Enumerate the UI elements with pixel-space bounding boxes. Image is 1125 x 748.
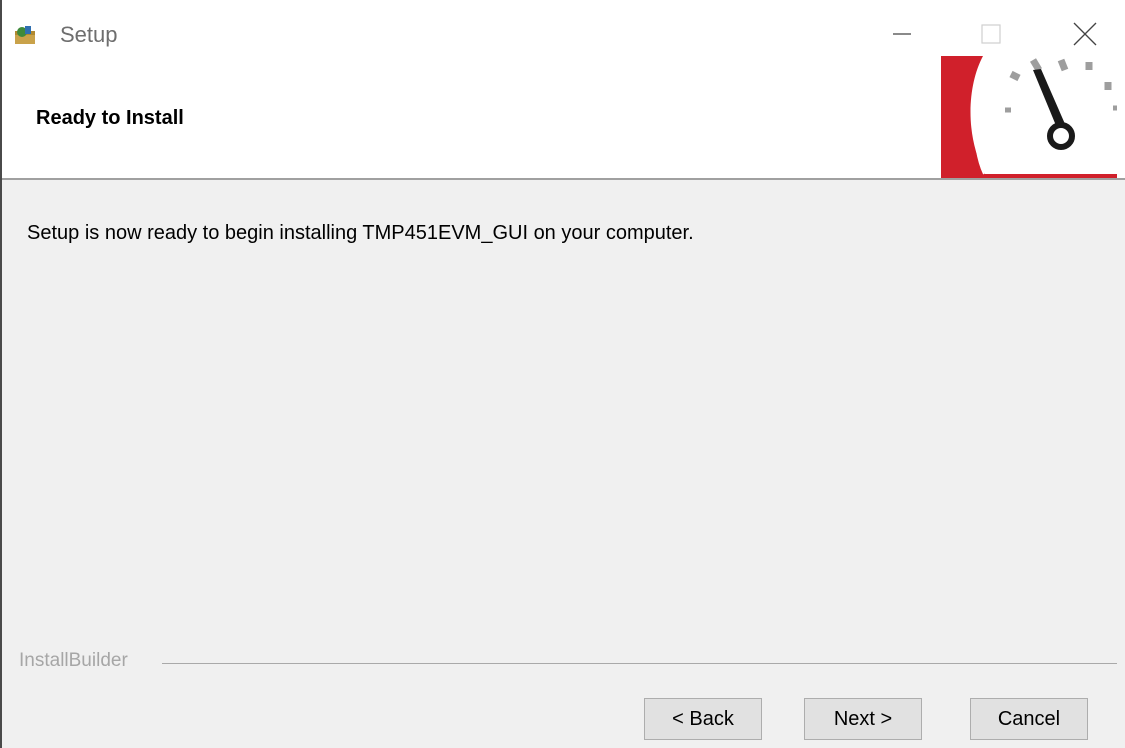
ready-message: Setup is now ready to begin installing T… [27, 222, 694, 244]
speedometer-logo-icon [941, 56, 1117, 178]
back-button[interactable]: < Back [644, 698, 762, 740]
close-icon [1073, 22, 1097, 46]
installbuilder-label: InstallBuilder [19, 650, 128, 671]
wizard-header: Ready to Install [2, 56, 1125, 178]
footer-divider [162, 663, 1117, 664]
next-button[interactable]: Next > [804, 698, 922, 740]
page-title: Ready to Install [36, 107, 184, 129]
maximize-button[interactable] [962, 12, 1018, 56]
maximize-icon [981, 24, 1001, 44]
wizard-body: Setup is now ready to begin installing T… [2, 180, 1125, 748]
window-title: Setup [60, 22, 118, 47]
minimize-button[interactable] [877, 12, 933, 56]
close-button[interactable] [1060, 12, 1116, 56]
title-bar[interactable]: Setup [2, 0, 1125, 56]
setup-app-icon [15, 26, 35, 44]
cancel-button[interactable]: Cancel [970, 698, 1088, 740]
minimize-icon [893, 33, 911, 35]
